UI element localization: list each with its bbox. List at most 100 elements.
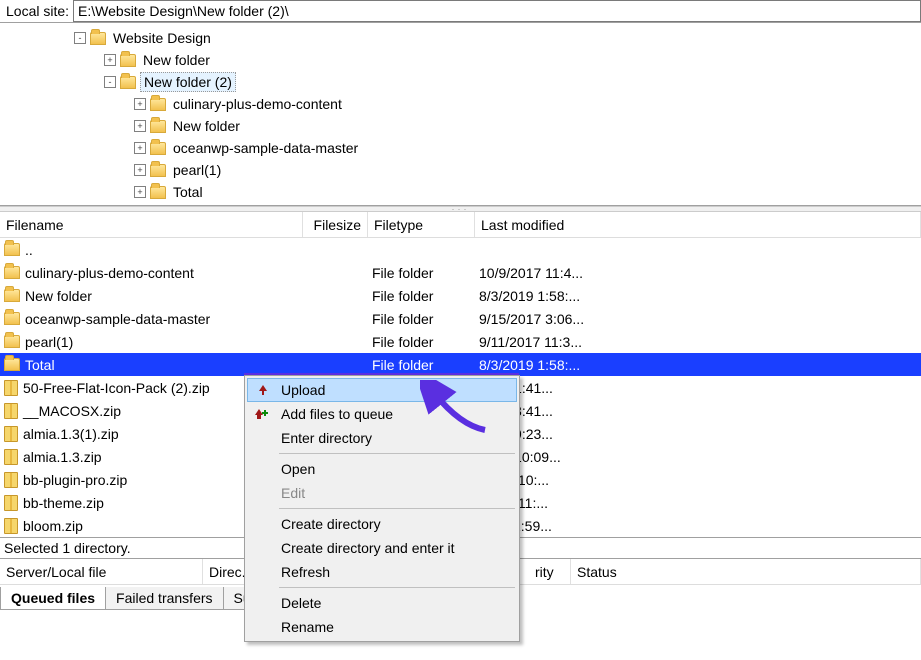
file-name: bloom.zip	[23, 518, 83, 534]
folder-icon	[4, 243, 20, 256]
folder-icon	[120, 76, 136, 89]
menu-item-label: Enter directory	[281, 430, 372, 446]
tab-failed-transfers[interactable]: Failed transfers	[105, 587, 223, 610]
menu-item-label: Edit	[281, 485, 305, 501]
zip-file-icon	[4, 426, 18, 442]
file-list-row[interactable]: TotalFile folder8/3/2019 1:58:...	[0, 353, 921, 376]
tree-item[interactable]: - Website Design	[50, 27, 921, 49]
queue-col-server-local[interactable]: Server/Local file	[0, 559, 203, 584]
folder-tree-pane[interactable]: - Website Design + New folder - New folder (2…	[0, 23, 921, 206]
tree-item[interactable]: + culinary-plus-demo-content	[50, 93, 921, 115]
menu-separator	[279, 508, 515, 509]
tree-item[interactable]: +New folder	[50, 115, 921, 137]
menu-item-label: Open	[281, 461, 315, 477]
folder-icon	[90, 32, 106, 45]
menu-item-delete[interactable]: Delete	[247, 591, 517, 615]
tree-expand-toggle[interactable]: -	[104, 76, 116, 88]
menu-item-label: Add files to queue	[281, 406, 393, 422]
zip-file-icon	[4, 518, 18, 534]
file-list-row[interactable]: oceanwp-sample-data-masterFile folder9/1…	[0, 307, 921, 330]
tree-expand-toggle[interactable]: +	[104, 54, 116, 66]
tree-expand-toggle[interactable]: +	[134, 120, 146, 132]
folder-icon	[4, 266, 20, 279]
tree-item[interactable]: + New folder	[50, 49, 921, 71]
tree-item-label: culinary-plus-demo-content	[170, 95, 345, 113]
menu-item-label: Refresh	[281, 564, 330, 580]
menu-item-upload[interactable]: Upload	[247, 378, 517, 402]
local-site-path-bar: Local site:	[0, 0, 921, 23]
zip-file-icon	[4, 472, 18, 488]
file-name: New folder	[25, 288, 92, 304]
local-site-label: Local site:	[0, 3, 73, 19]
column-filesize[interactable]: Filesize	[303, 212, 368, 237]
column-last-modified[interactable]: Last modified	[475, 212, 921, 237]
tree-expand-toggle[interactable]: +	[134, 186, 146, 198]
folder-icon	[4, 335, 20, 348]
menu-item-label: Create directory	[281, 516, 381, 532]
menu-item-label: Upload	[281, 382, 325, 398]
tree-item-label: New folder	[140, 51, 213, 69]
file-list-row[interactable]: culinary-plus-demo-contentFile folder10/…	[0, 261, 921, 284]
file-context-menu: Upload Add files to queue Enter directory O…	[244, 375, 520, 642]
column-filetype[interactable]: Filetype	[368, 212, 475, 237]
tree-expand-toggle[interactable]: +	[134, 142, 146, 154]
file-name: almia.1.3.zip	[23, 449, 102, 465]
queue-col-priority[interactable]: rity	[529, 559, 571, 584]
tree-item-label: Website Design	[110, 29, 214, 47]
file-name: almia.1.3(1).zip	[23, 426, 119, 442]
zip-file-icon	[4, 495, 18, 511]
tab-queued-files[interactable]: Queued files	[0, 587, 106, 610]
menu-separator	[279, 587, 515, 588]
queue-col-status[interactable]: Status	[571, 559, 921, 584]
file-list-row[interactable]: New folderFile folder8/3/2019 1:58:...	[0, 284, 921, 307]
file-name: bb-plugin-pro.zip	[23, 472, 127, 488]
tree-item-label: Total	[170, 183, 206, 201]
menu-item-create-directory[interactable]: Create directory	[247, 512, 517, 536]
menu-item-add-files-to-queue[interactable]: Add files to queue	[247, 402, 517, 426]
tree-item[interactable]: - New folder (2)	[50, 71, 921, 93]
file-name: bb-theme.zip	[23, 495, 104, 511]
zip-file-icon	[4, 403, 18, 419]
menu-item-enter-directory[interactable]: Enter directory	[247, 426, 517, 450]
file-name: __MACOSX.zip	[23, 403, 121, 419]
zip-file-icon	[4, 449, 18, 465]
tree-expand-toggle[interactable]: +	[134, 164, 146, 176]
selection-status-text: Selected 1 directory.	[4, 540, 131, 556]
menu-item-create-directory-and-enter-it[interactable]: Create directory and enter it	[247, 536, 517, 560]
file-name: Total	[25, 357, 55, 373]
file-list-row[interactable]: ..	[0, 238, 921, 261]
file-list-row[interactable]: pearl(1)File folder9/11/2017 11:3...	[0, 330, 921, 353]
menu-item-label: Create directory and enter it	[281, 540, 455, 556]
folder-icon	[120, 54, 136, 67]
local-site-path-input[interactable]	[73, 0, 921, 22]
file-list-header: Filename Filesize Filetype Last modified	[0, 212, 921, 238]
add-to-queue-icon	[253, 405, 271, 423]
file-name: oceanwp-sample-data-master	[25, 311, 210, 327]
folder-icon	[150, 186, 166, 199]
file-name: 50-Free-Flat-Icon-Pack (2).zip	[23, 380, 210, 396]
tree-item-label: New folder (2)	[140, 72, 236, 92]
folder-icon	[150, 120, 166, 133]
tree-expand-toggle[interactable]: +	[134, 98, 146, 110]
zip-file-icon	[4, 380, 18, 396]
menu-item-open[interactable]: Open	[247, 457, 517, 481]
folder-icon	[4, 289, 20, 302]
menu-item-label: Delete	[281, 595, 321, 611]
folder-icon	[150, 98, 166, 111]
menu-separator	[279, 453, 515, 454]
column-filename[interactable]: Filename	[0, 212, 303, 237]
folder-icon	[150, 142, 166, 155]
menu-item-label: Rename	[281, 619, 334, 635]
tree-item[interactable]: +oceanwp-sample-data-master	[50, 137, 921, 159]
file-name: culinary-plus-demo-content	[25, 265, 194, 281]
tree-item[interactable]: + Total	[50, 181, 921, 203]
tree-item[interactable]: +pearl(1)	[50, 159, 921, 181]
file-name: ..	[25, 242, 33, 258]
folder-icon	[150, 164, 166, 177]
folder-icon	[4, 358, 20, 371]
menu-item-rename[interactable]: Rename	[247, 615, 517, 639]
upload-arrow-icon	[254, 381, 272, 399]
file-name: pearl(1)	[25, 334, 73, 350]
tree-expand-toggle[interactable]: -	[74, 32, 86, 44]
menu-item-refresh[interactable]: Refresh	[247, 560, 517, 584]
